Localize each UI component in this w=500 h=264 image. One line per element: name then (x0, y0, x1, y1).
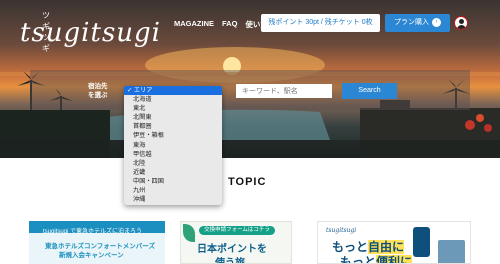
card-subtitle-a: もっと (340, 255, 377, 264)
area-option[interactable]: 伊豆・箱根 (124, 131, 222, 140)
area-option[interactable]: 沖縄 (124, 195, 222, 204)
card-pill: 交換申請フォームはコチラ (199, 226, 275, 235)
area-option[interactable]: 北関東 (124, 113, 222, 122)
user-avatar-icon[interactable] (454, 16, 468, 30)
points-balance-button[interactable]: 残ポイント 30pt / 残チケット 0枚 (261, 14, 380, 32)
card-brand: tsugitsugi (326, 227, 357, 234)
area-option[interactable]: 北陸 (124, 159, 222, 168)
main-nav: MAGAZINE FAQ 使い方 (174, 19, 268, 30)
topic-card-app[interactable]: tsugitsugi もっと自由に もっと便利に (317, 221, 471, 264)
nav-faq[interactable]: FAQ (222, 19, 237, 30)
area-option[interactable]: 中国・四国 (124, 177, 222, 186)
app-screenshot-image (438, 240, 465, 263)
area-option[interactable]: 東海 (124, 141, 222, 150)
topic-card-tokyu-hotels[interactable]: tsugitsugi で東急ホテルズに泊まろう 東急ホテルズコンフォートメンバー… (29, 221, 165, 264)
card-title: 日本ポイントを (197, 244, 267, 255)
card-caption: tsugitsugi で東急ホテルズに泊まろう (43, 229, 143, 235)
area-dropdown[interactable]: ✓ エリア 北海道 東北 北関東 首都圏 伊豆・箱根 東海 甲信越 北陸 近畿 … (124, 86, 222, 205)
area-option[interactable]: 首都圏 (124, 122, 222, 131)
plan-purchase-button[interactable]: プラン購入 › (385, 14, 450, 32)
topic-card-point-exchange[interactable]: 交換申請フォームはコチラ 日本ポイントを 使う旅 (180, 221, 292, 264)
topic-heading: TOPIC (228, 176, 267, 188)
leaf-decoration-icon (183, 224, 195, 242)
area-label-line2: を選ぶ (88, 92, 108, 99)
card-title-b: 自由に (368, 240, 405, 254)
card-title-a: もっと (332, 240, 369, 254)
plan-purchase-label: プラン購入 (394, 19, 429, 26)
area-select-label: 宿泊先 を選ぶ (88, 82, 108, 100)
phone-image (413, 227, 430, 257)
card-subtitle: 新規入会キャンペーン (59, 252, 124, 259)
area-option[interactable]: 甲信越 (124, 150, 222, 159)
keyword-input[interactable] (236, 84, 332, 98)
logo-text: tsugitsugi (20, 18, 161, 48)
area-label-line1: 宿泊先 (88, 83, 108, 90)
card-subtitle: 使う旅 (215, 258, 245, 264)
area-option[interactable]: 東北 (124, 104, 222, 113)
area-option[interactable]: 北海道 (124, 95, 222, 104)
chevron-right-icon: › (432, 17, 441, 27)
hero-banner: ツギツギ tsugitsugi MAGAZINE FAQ 使い方 残ポイント 3… (0, 0, 500, 158)
area-option[interactable]: 近畿 (124, 168, 222, 177)
nav-magazine[interactable]: MAGAZINE (174, 19, 214, 30)
avatar-head (459, 19, 464, 24)
search-button[interactable]: Search (342, 83, 397, 99)
card-subtitle: もっと便利に (340, 253, 413, 264)
card-subtitle-b: 便利に (376, 255, 413, 263)
area-option-all[interactable]: ✓ エリア (124, 86, 222, 96)
area-option[interactable]: 九州 (124, 186, 222, 195)
